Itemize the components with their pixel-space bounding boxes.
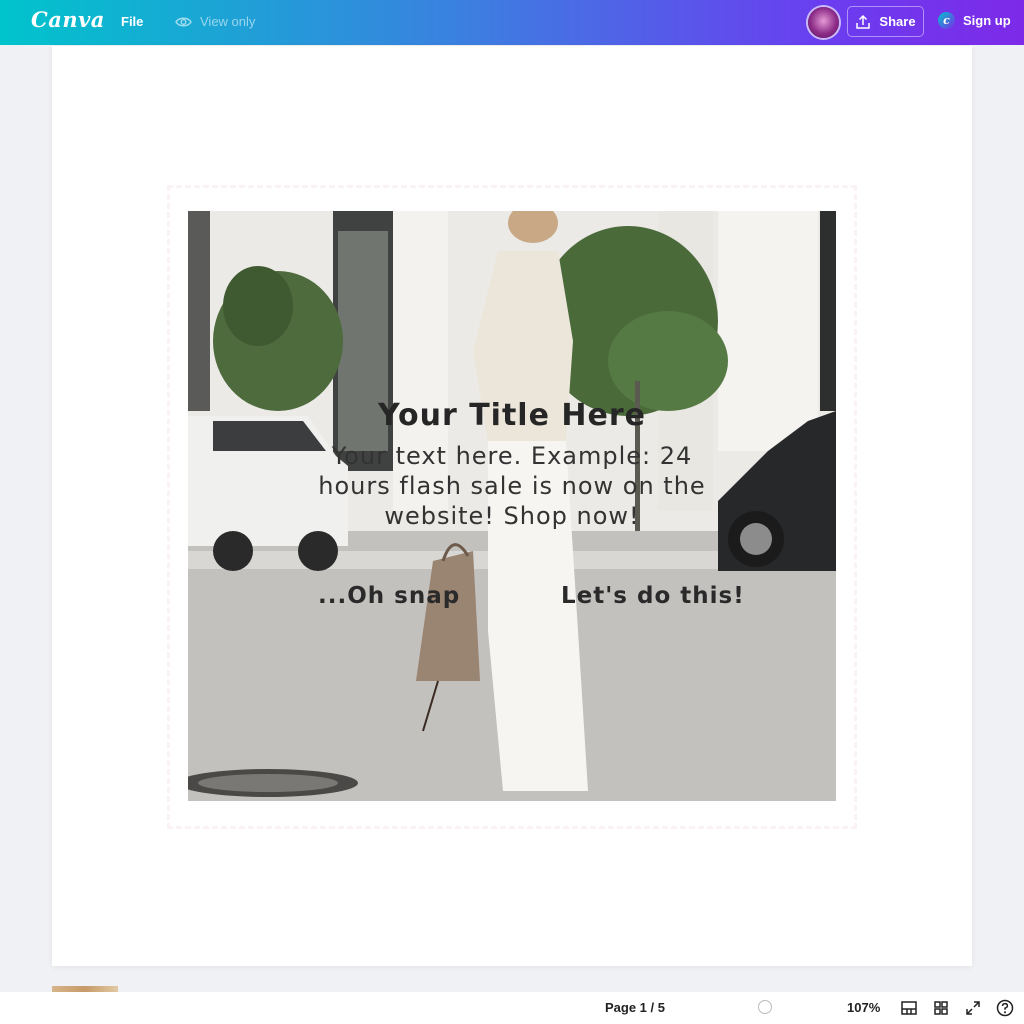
page-indicator[interactable]: Page 1 / 5 bbox=[605, 1000, 665, 1015]
help-icon[interactable] bbox=[996, 999, 1014, 1017]
grid-view-icon[interactable] bbox=[932, 999, 950, 1017]
eye-icon bbox=[175, 17, 192, 26]
design-photo[interactable]: Your Title Here Your text here. Example:… bbox=[188, 211, 836, 801]
view-only-indicator: View only bbox=[175, 14, 255, 29]
canva-c-icon: c bbox=[938, 12, 955, 29]
notes-icon[interactable] bbox=[900, 999, 918, 1017]
sign-up-label: Sign up bbox=[963, 13, 1011, 28]
share-button[interactable]: Share bbox=[847, 6, 924, 37]
canva-logo[interactable]: Canva bbox=[31, 7, 105, 32]
fullscreen-icon[interactable] bbox=[964, 999, 982, 1017]
user-avatar[interactable] bbox=[808, 7, 839, 38]
share-label: Share bbox=[879, 14, 916, 29]
design-body-text[interactable]: Your text here. Example: 24 hours flash … bbox=[188, 441, 836, 531]
sign-up-button[interactable]: c Sign up bbox=[938, 12, 1011, 29]
zoom-slider-knob[interactable] bbox=[758, 1000, 772, 1014]
top-bar: Canva File View only Share c Sign up bbox=[0, 0, 1024, 45]
zoom-level[interactable]: 107% bbox=[847, 1000, 880, 1015]
share-upload-icon bbox=[856, 14, 871, 29]
bottom-bar: Page 1 / 5 107% bbox=[0, 992, 1024, 1024]
view-only-label: View only bbox=[200, 14, 256, 29]
file-menu-button[interactable]: File bbox=[121, 14, 143, 29]
design-page: Your Title Here Your text here. Example:… bbox=[52, 46, 972, 966]
design-button-right[interactable]: Let's do this! bbox=[561, 583, 745, 609]
design-title[interactable]: Your Title Here bbox=[188, 398, 836, 433]
design-button-left[interactable]: ...Oh snap bbox=[318, 583, 460, 609]
